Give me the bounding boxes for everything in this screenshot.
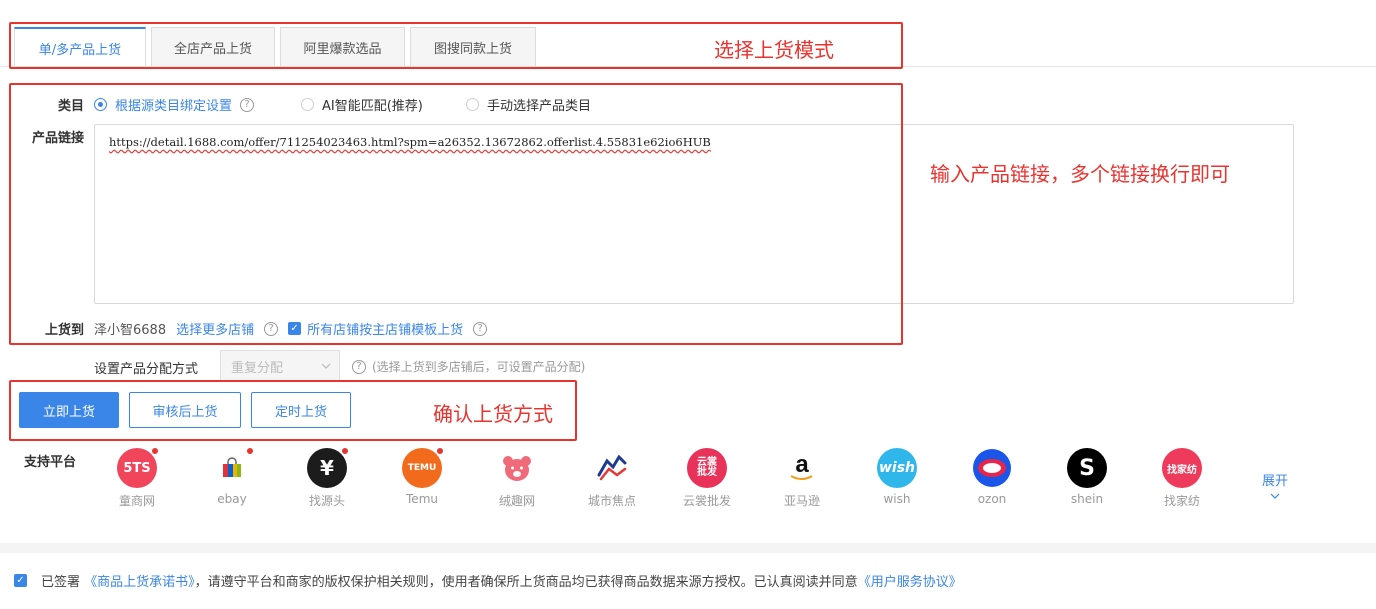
template-checkbox-label: 所有店铺按主店铺模板上货: [307, 323, 464, 338]
shein-logo-text: S: [1079, 455, 1095, 481]
yunshang-logo-text: 云裳批发: [697, 456, 717, 478]
new-dot-icon: [341, 447, 349, 455]
amazon-logo-icon: a: [782, 448, 822, 488]
annotation-text-confirm: 确认上货方式: [433, 402, 553, 426]
select-more-stores-link[interactable]: 选择更多店铺: [176, 319, 254, 338]
shein-logo-icon: S: [1067, 448, 1107, 488]
store-name: 泽小智6688: [94, 323, 167, 338]
agreement-checkbox[interactable]: ✓: [14, 574, 27, 587]
platform-name: 童商网: [118, 494, 155, 508]
upload-to-label: 上货到: [44, 323, 84, 338]
new-dot-icon: [246, 447, 254, 455]
tongshang-logo-text: 5TS: [123, 460, 151, 476]
distribution-hint: (选择上货到多店铺后，可设置产品分配): [372, 360, 586, 374]
annotation-text-mode: 选择上货模式: [714, 38, 834, 62]
distribution-label: 设置产品分配方式: [94, 362, 199, 377]
platform-rongqu[interactable]: 绒趣网: [482, 448, 552, 509]
distribution-select-value: 重复分配: [231, 360, 284, 376]
horse-icon: [592, 448, 632, 488]
service-agreement-link[interactable]: 《用户服务协议》: [858, 575, 962, 590]
platform-name: 城市焦点: [587, 494, 636, 508]
zhaoyuantou-yen-icon: ¥: [307, 447, 349, 488]
agreement-prefix: 已签署: [41, 575, 81, 590]
platform-name: ebay: [217, 492, 247, 506]
help-icon[interactable]: ?: [473, 321, 488, 336]
checkbox-checked-icon: ✓: [288, 322, 302, 335]
platform-name: shein: [1070, 492, 1104, 506]
new-dot-icon: [151, 447, 159, 455]
chevron-down-icon: [1270, 493, 1280, 499]
platform-name: 亚马逊: [783, 494, 820, 508]
tongshang-logo-icon: 5TS: [117, 447, 159, 488]
platform-zhaoyuantou[interactable]: ¥ 找源头: [292, 447, 362, 509]
zhaojiafang-logo-text: 找家纺: [1167, 464, 1197, 476]
platform-name: wish: [883, 492, 911, 506]
wish-logo-icon: wish: [877, 448, 917, 488]
ebay-bag-icon: [212, 447, 254, 488]
new-dot-icon: [436, 447, 444, 455]
platform-wish[interactable]: wish wish: [862, 448, 932, 506]
temu-logo-text: TEMU: [407, 463, 437, 473]
upload-to-row: 泽小智6688 选择更多店铺 ? ✓ 所有店铺按主店铺模板上货 ?: [94, 319, 488, 338]
platform-name: Temu: [406, 492, 438, 506]
template-checkbox[interactable]: ✓ 所有店铺按主店铺模板上货: [288, 319, 463, 338]
platform-city-focus[interactable]: 城市焦点: [577, 448, 647, 509]
zhaojiafang-logo-icon: 找家纺: [1162, 448, 1202, 488]
bear-icon: [497, 448, 537, 488]
zhaoyuantou-logo-text: ¥: [320, 456, 334, 480]
distribution-select[interactable]: 重复分配: [220, 350, 340, 382]
expand-platforms-button[interactable]: 展开: [1262, 470, 1288, 499]
yunshang-logo-icon: 云裳批发: [687, 448, 727, 488]
ozon-logo-icon: [972, 448, 1012, 488]
platform-amazon[interactable]: a 亚马逊: [767, 448, 837, 509]
platform-name: 绒趣网: [498, 494, 535, 508]
platform-name: ozon: [977, 492, 1007, 506]
chevron-down-icon: [321, 363, 331, 369]
platform-zhaojiafang[interactable]: 找家纺 找家纺: [1147, 448, 1217, 509]
wish-logo-text: wish: [878, 460, 916, 476]
temu-logo-icon: TEMU: [402, 447, 444, 488]
platform-name: 找家纺: [1163, 494, 1200, 508]
expand-label: 展开: [1262, 474, 1289, 489]
section-divider: [0, 543, 1376, 553]
annotation-text-link: 输入产品链接，多个链接换行即可: [930, 162, 1230, 186]
platform-name: 云裳批发: [682, 494, 731, 508]
commitment-doc-link[interactable]: 《商品上货承诺书》: [84, 575, 195, 590]
platform-name: 找源头: [308, 494, 345, 508]
annotation-box-link: [9, 83, 903, 345]
agreement-row: ✓ 已签署 《商品上货承诺书》，请遵守平台和商家的版权保护相关规则，使用者确保所…: [14, 571, 962, 590]
platform-ebay[interactable]: ebay: [197, 447, 267, 506]
help-icon[interactable]: ?: [264, 321, 279, 336]
distribution-hint-row: ? (选择上货到多店铺后，可设置产品分配): [352, 358, 585, 375]
platform-shein[interactable]: S shein: [1052, 448, 1122, 506]
platform-yunshang[interactable]: 云裳批发 云裳批发: [672, 448, 742, 509]
platform-tongshang[interactable]: 5TS 童商网: [102, 447, 172, 509]
platform-ozon[interactable]: ozon: [957, 448, 1027, 506]
platforms-label: 支持平台: [24, 455, 77, 470]
help-icon[interactable]: ?: [352, 359, 366, 374]
platform-temu[interactable]: TEMU Temu: [387, 447, 457, 506]
agreement-middle: ，请遵守平台和商家的版权保护相关规则，使用者确保所上货商品均已获得商品数据来源方…: [194, 575, 858, 590]
